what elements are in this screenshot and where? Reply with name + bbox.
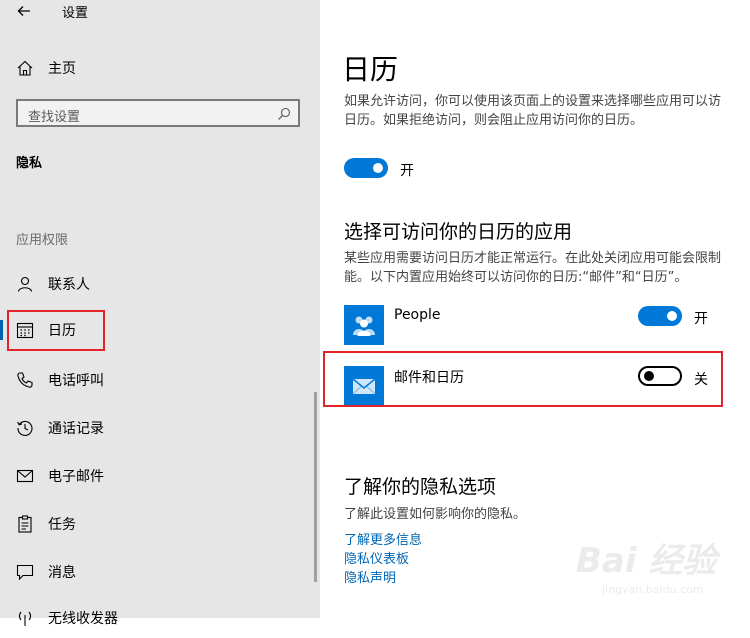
people-app-icon — [344, 305, 384, 345]
watermark-url: jingyan.baidu.com — [602, 583, 704, 596]
sidebar-item-label: 无线收发器 — [48, 611, 118, 627]
calendar-access-toggle-label: 开 — [400, 163, 414, 179]
page-title: 日历 — [342, 53, 399, 86]
mail-icon — [16, 469, 34, 483]
phone-icon — [17, 372, 33, 388]
baidu-jingyan-watermark: Bai 经验 jingyan.baidu.com — [570, 525, 750, 605]
calendar-access-toggle[interactable] — [344, 158, 388, 178]
sidebar-item-label: 联系人 — [48, 277, 90, 293]
sidebar-item-radios[interactable]: 无线收发器 — [0, 598, 320, 638]
watermark-logo: Bai 经验 — [576, 541, 717, 581]
window-title: 设置 — [62, 6, 89, 21]
sidebar-item-label: 日历 — [48, 323, 76, 339]
sidebar-item-messages[interactable]: 消息 — [0, 552, 320, 592]
apps-description-line-1: 某些应用需要访问日历才能正常运行。在此处关闭应用可能会限制 — [344, 251, 722, 266]
section-title-privacy: 隐私 — [16, 156, 43, 171]
sidebar-item-contacts[interactable]: 联系人 — [0, 264, 320, 304]
mail-calendar-app-toggle[interactable] — [638, 366, 682, 386]
sidebar-item-label: 电子邮件 — [48, 469, 104, 485]
sidebar-item-label: 任务 — [48, 517, 76, 533]
title-bar: 设置 — [0, 0, 320, 24]
sidebar-item-phone-calls[interactable]: 电话呼叫 — [0, 360, 320, 400]
app-name-people: People — [394, 307, 441, 323]
apps-heading: 选择可访问你的日历的应用 — [344, 221, 573, 243]
sidebar-item-label: 通话记录 — [48, 421, 104, 437]
mail-calendar-app-icon — [344, 366, 384, 406]
sidebar-scrollbar[interactable] — [314, 392, 317, 582]
page-description-line-1: 如果允许访问，你可以使用该页面上的设置来选择哪些应用可以访 — [344, 94, 722, 109]
privacy-heading: 了解你的隐私选项 — [344, 476, 497, 498]
search-box[interactable]: 查找设置 — [16, 99, 300, 127]
sidebar-item-label: 电话呼叫 — [48, 373, 104, 389]
sidebar-item-email[interactable]: 电子邮件 — [0, 456, 320, 496]
learn-more-link[interactable]: 了解更多信息 — [344, 529, 422, 548]
group-title-app-permissions: 应用权限 — [16, 233, 69, 248]
sidebar-item-label: 消息 — [48, 565, 76, 581]
privacy-statement-link[interactable]: 隐私声明 — [344, 567, 396, 586]
calendar-icon — [16, 322, 34, 339]
tasks-icon — [18, 515, 32, 533]
settings-sidebar: 设置 主页 查找设置 隐私 应用权限 联系人 日历 电话呼叫 通话记录 电子邮件… — [0, 0, 320, 627]
sidebar-item-tasks[interactable]: 任务 — [0, 504, 320, 544]
contacts-icon — [17, 276, 33, 292]
history-icon — [17, 420, 33, 436]
people-app-toggle-label: 开 — [694, 311, 708, 327]
people-app-toggle[interactable] — [638, 306, 682, 326]
apps-description-line-2: 能。以下内置应用始终可以访问你的日历:“邮件”和“日历”。 — [344, 270, 688, 285]
home-label: 主页 — [48, 61, 76, 77]
privacy-dashboard-link[interactable]: 隐私仪表板 — [344, 548, 409, 567]
search-icon[interactable] — [277, 107, 291, 121]
page-description-line-2: 日历。如果拒绝访问，则会阻止应用访问你的日历。 — [344, 113, 644, 128]
home-icon — [17, 60, 33, 76]
mail-calendar-app-toggle-label: 关 — [694, 372, 708, 388]
sidebar-item-call-history[interactable]: 通话记录 — [0, 408, 320, 448]
calendar-settings-pane: 日历 如果允许访问，你可以使用该页面上的设置来选择哪些应用可以访 日历。如果拒绝… — [320, 0, 750, 618]
sidebar-item-calendar[interactable]: 日历 — [0, 310, 320, 350]
privacy-description: 了解此设置如何影响你的隐私。 — [344, 507, 527, 522]
radio-icon — [18, 611, 32, 626]
back-arrow-icon[interactable] — [16, 3, 32, 19]
search-placeholder[interactable]: 查找设置 — [28, 106, 80, 125]
message-icon — [16, 564, 34, 581]
app-name-mail-calendar: 邮件和日历 — [394, 370, 464, 386]
home-nav-item[interactable]: 主页 — [16, 58, 76, 78]
